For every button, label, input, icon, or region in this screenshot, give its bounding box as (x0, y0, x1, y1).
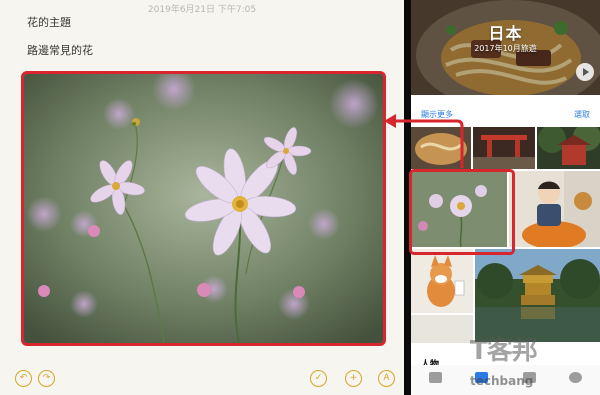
selected-thumbnail-highlight (409, 169, 515, 255)
checkmark-circle-icon[interactable]: ✓ (310, 370, 327, 387)
pen-circle-icon[interactable]: A (378, 370, 395, 387)
photo-thumbnail-noodles[interactable] (411, 127, 471, 169)
select-button[interactable]: 選取 (574, 109, 590, 120)
photo-thumbnail-fox-toy[interactable] (411, 249, 473, 313)
memory-title: 日本 (488, 24, 523, 43)
photo-thumbnail-misc[interactable] (411, 315, 473, 343)
watermark-logo: T客邦 (470, 336, 538, 366)
photos-row-header: 顯示更多 選取 (411, 96, 600, 126)
photo-thumbnail-golden-pavilion[interactable] (475, 249, 600, 342)
undo-icon[interactable]: ↶ (15, 370, 32, 387)
search-tab-icon[interactable] (569, 372, 582, 383)
play-icon[interactable] (576, 63, 594, 81)
plus-circle-icon[interactable]: + (345, 370, 362, 387)
photo-thumbnail-child[interactable] (509, 171, 600, 247)
photo-thumbnail-shrine[interactable] (473, 127, 535, 169)
note-line-subtitle[interactable]: 路邊常見的花 (27, 42, 93, 58)
memory-card[interactable]: 日本 2017年10月旅遊 (411, 0, 600, 95)
redo-icon[interactable]: ↷ (38, 370, 55, 387)
show-more-link[interactable]: 顯示更多 (421, 109, 453, 120)
inserted-flower-photo[interactable] (21, 71, 386, 346)
memory-subtitle: 2017年10月旅遊 (474, 44, 537, 53)
photo-thumbnail-temple-red[interactable] (537, 127, 600, 169)
watermark-subtext: techbang (470, 374, 534, 388)
photos-tab-icon[interactable] (429, 372, 442, 383)
note-line-theme[interactable]: 花的主題 (27, 14, 71, 30)
notes-pane: 2019年6月21日 下午7:05 花的主題 路邊常見的花 ↶ ↷ ✓ + A (0, 0, 404, 395)
